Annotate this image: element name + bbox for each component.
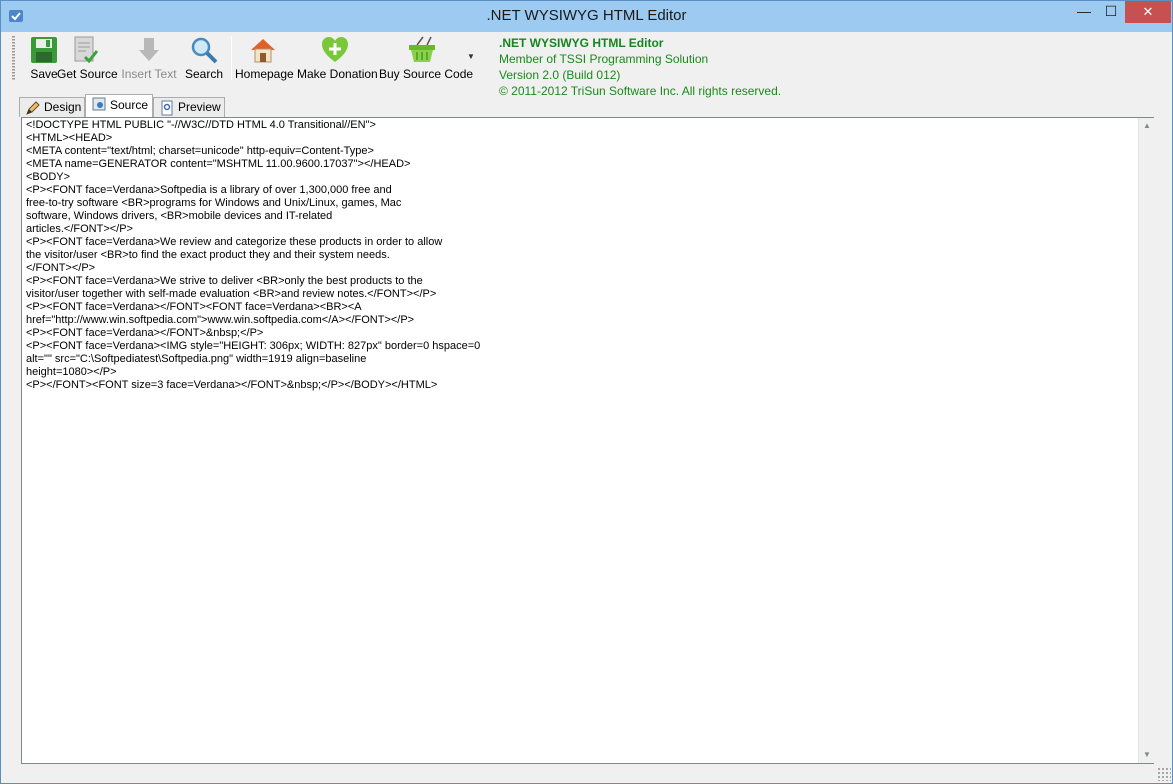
document-check-icon xyxy=(74,36,99,64)
floppy-disk-icon xyxy=(31,37,57,63)
close-button[interactable]: ✕ xyxy=(1125,1,1171,23)
scroll-up-arrow[interactable]: ▲ xyxy=(1139,118,1155,134)
title-bar[interactable]: .NET WYSIWYG HTML Editor — ☐ ✕ xyxy=(1,1,1172,32)
heart-plus-icon xyxy=(322,37,348,62)
toolbar-separator xyxy=(231,36,232,80)
window-title: .NET WYSIWYG HTML Editor xyxy=(486,7,687,24)
code-line[interactable]: <P><FONT face=Verdana>Softpedia is a lib… xyxy=(26,184,1136,197)
house-icon xyxy=(251,39,275,63)
get-source-button[interactable]: Get Source xyxy=(57,32,118,84)
make-donation-button[interactable]: Make Donation xyxy=(297,32,378,84)
code-line[interactable]: <HTML><HEAD> xyxy=(26,132,1136,145)
insert-text-label: Insert Text xyxy=(121,67,177,81)
code-line[interactable]: <BODY> xyxy=(26,171,1136,184)
membership-text: Member of TSSI Programming Solution xyxy=(499,52,709,66)
code-line[interactable]: <P></FONT><FONT size=3 face=Verdana></FO… xyxy=(26,379,1136,392)
homepage-button[interactable]: Homepage xyxy=(235,32,294,84)
code-line[interactable]: articles.</FONT></P> xyxy=(26,223,1136,236)
app-window: .NET WYSIWYG HTML Editor — ☐ ✕ Save Get … xyxy=(0,0,1173,784)
buy-source-code-button[interactable]: Buy Source Code xyxy=(379,32,474,84)
tab-design[interactable]: Design xyxy=(19,97,85,117)
vertical-scrollbar[interactable]: ▲ ▼ xyxy=(1138,118,1154,763)
download-arrow-icon xyxy=(139,38,159,61)
tab-source[interactable]: Source xyxy=(85,94,153,118)
source-code-icon xyxy=(92,97,106,111)
insert-text-button[interactable]: Insert Text xyxy=(119,32,179,84)
version-text: Version 2.0 (Build 012) xyxy=(499,68,621,82)
code-line[interactable]: <!DOCTYPE HTML PUBLIC "-//W3C//DTD HTML … xyxy=(26,119,1136,132)
toolbar-overflow-dropdown[interactable]: ▼ xyxy=(467,52,475,61)
preview-page-icon xyxy=(161,100,173,116)
tab-preview-label: Preview xyxy=(178,100,221,114)
source-code-text[interactable]: <!DOCTYPE HTML PUBLIC "-//W3C//DTD HTML … xyxy=(26,119,1136,759)
copyright-text: © 2011-2012 TriSun Software Inc. All rig… xyxy=(499,84,782,98)
about-info-panel: .NET WYSIWYG HTML Editor Member of TSSI … xyxy=(499,35,899,99)
search-button[interactable]: Search xyxy=(181,32,227,84)
code-line[interactable]: <P><FONT face=Verdana></FONT>&nbsp;</P> xyxy=(26,327,1136,340)
code-line[interactable]: <META content="text/html; charset=unicod… xyxy=(26,145,1136,158)
tab-design-label: Design xyxy=(44,100,82,114)
toolbar: Save Get Source Insert Text Search Homep… xyxy=(9,32,479,84)
code-line[interactable]: alt="" src="C:\Softpediatest\Softpedia.p… xyxy=(26,353,1136,366)
code-line[interactable]: the visitor/user <BR>to find the exact p… xyxy=(26,249,1136,262)
buy-source-code-label: Buy Source Code xyxy=(379,67,474,81)
code-line[interactable]: <P><FONT face=Verdana></FONT><FONT face=… xyxy=(26,301,1136,314)
code-line[interactable]: <P><FONT face=Verdana><IMG style="HEIGHT… xyxy=(26,340,1136,353)
code-line[interactable]: visitor/user together with self-made eva… xyxy=(26,288,1136,301)
code-line[interactable]: <META name=GENERATOR content="MSHTML 11.… xyxy=(26,158,1136,171)
homepage-label: Homepage xyxy=(235,67,294,81)
tab-source-label: Source xyxy=(110,98,149,112)
view-tabs: Design Source Preview xyxy=(19,94,259,118)
product-name: .NET WYSIWYG HTML Editor xyxy=(499,36,664,50)
make-donation-label: Make Donation xyxy=(297,67,378,81)
shopping-basket-icon xyxy=(409,36,435,62)
magnifier-icon xyxy=(191,37,218,64)
code-line[interactable]: href="http://www.win.softpedia.com">www.… xyxy=(26,314,1136,327)
code-line[interactable]: height=1080></P> xyxy=(26,366,1136,379)
pencil-icon xyxy=(26,101,40,115)
code-line[interactable]: free-to-try software <BR>programs for Wi… xyxy=(26,197,1136,210)
search-label: Search xyxy=(184,67,224,81)
scroll-down-arrow[interactable]: ▼ xyxy=(1139,747,1155,763)
code-line[interactable]: <P><FONT face=Verdana>We strive to deliv… xyxy=(26,275,1136,288)
code-line[interactable]: software, Windows drivers, <BR>mobile de… xyxy=(26,210,1136,223)
get-source-label: Get Source xyxy=(57,67,118,81)
toolbar-grip[interactable] xyxy=(12,36,15,80)
maximize-button[interactable]: ☐ xyxy=(1098,1,1124,23)
tab-preview[interactable]: Preview xyxy=(153,97,225,117)
resize-grip[interactable] xyxy=(1157,767,1171,781)
source-editor[interactable]: <!DOCTYPE HTML PUBLIC "-//W3C//DTD HTML … xyxy=(21,117,1154,764)
code-line[interactable]: <P><FONT face=Verdana>We review and cate… xyxy=(26,236,1136,249)
code-line[interactable]: </FONT></P> xyxy=(26,262,1136,275)
minimize-button[interactable]: — xyxy=(1071,1,1097,23)
